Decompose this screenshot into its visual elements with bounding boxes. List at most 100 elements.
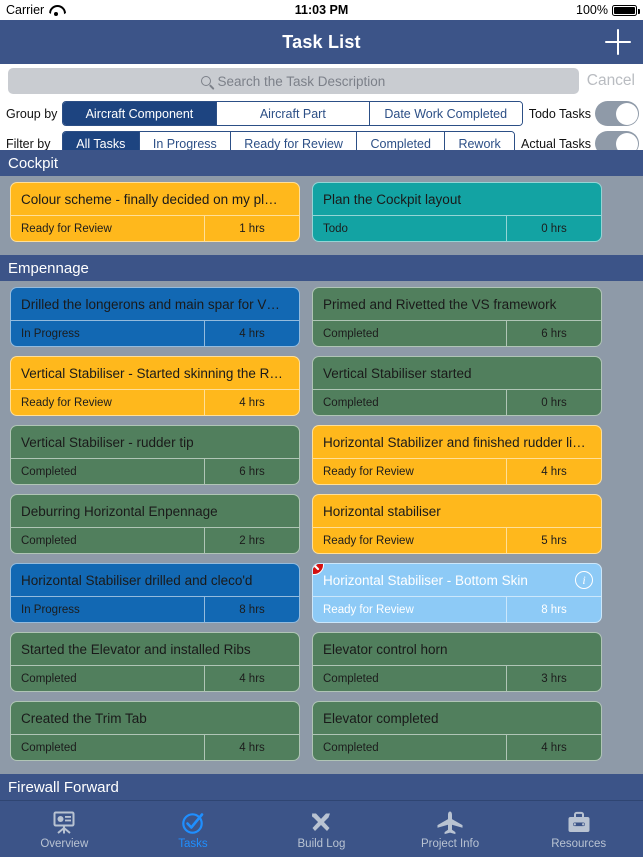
task-title: Drilled the longerons and main spar for … [21,296,280,312]
task-card[interactable]: Primed and Rivetted the VS framework Comp… [312,287,602,347]
status-bar: Carrier 11:03 PM 100% [0,0,643,20]
status-badge: Ready for Review [21,396,112,409]
group-by-option-date-work-completed[interactable]: Date Work Completed [368,102,522,125]
airplane-icon [436,809,464,836]
task-card[interactable]: Created the Trim Tab Completed 4 hrs [10,701,300,761]
tab-overview[interactable]: Overview [0,801,129,857]
tab-label: Resources [551,837,607,850]
section-cards: Drilled the longerons and main spar for … [0,281,643,774]
task-card[interactable]: Horizontal Stabilizer and finished rudde… [312,425,602,485]
task-hours: 8 hrs [204,597,299,622]
task-card[interactable]: Vertical Stabiliser started Completed 0 hr… [312,356,602,416]
task-hours: 8 hrs [506,597,601,622]
task-title: Elevator completed [323,710,439,726]
group-by-option-aircraft-part[interactable]: Aircraft Part [215,102,369,125]
task-card-footer: Completed 6 hrs [11,458,299,484]
task-card[interactable]: Plan the Cockpit layout Todo 0 hrs [312,182,602,242]
task-hours: 5 hrs [506,528,601,553]
task-card-footer: Ready for Review 5 hrs [313,527,601,553]
status-bar-right: 100% [576,3,640,17]
task-card-footer: Ready for Review 4 hrs [313,458,601,484]
task-title: Horizontal stabiliser [323,503,441,519]
task-title: Horizontal Stabilizer and finished rudde… [323,434,586,450]
task-card[interactable]: Drilled the longerons and main spar for … [10,287,300,347]
task-card[interactable]: Horizontal stabiliser Ready for Review 5 h… [312,494,602,554]
briefcase-icon [566,809,592,836]
status-badge: Completed [21,672,77,685]
search-input[interactable]: Search the Task Description [8,68,579,94]
task-hours: 4 hrs [204,735,299,760]
task-hours: 6 hrs [204,459,299,484]
group-by-option-aircraft-component[interactable]: Aircraft Component [63,102,216,125]
section-header: Empennage [0,255,643,281]
task-card-footer: In Progress 4 hrs [11,320,299,346]
tab-tasks[interactable]: Tasks [129,801,258,857]
status-badge: Todo [323,222,348,235]
task-card-footer: In Progress 8 hrs [11,596,299,622]
task-card[interactable]: Colour scheme - finally decided on my pl… [10,182,300,242]
task-title: Primed and Rivetted the VS framework [323,296,557,312]
filter-by-label: Filter by [6,136,51,151]
task-card-footer: Completed 3 hrs [313,665,601,691]
status-badge: Completed [21,741,77,754]
task-card[interactable]: Horizontal Stabiliser drilled and cleco'… [10,563,300,623]
task-hours: 0 hrs [506,390,601,415]
task-title: Elevator control horn [323,641,448,657]
task-title: Vertical Stabiliser - rudder tip [21,434,194,450]
presentation-chart-icon [51,809,77,836]
task-card[interactable]: Vertical Stabiliser - Started skinning t… [10,356,300,416]
section-cards: Colour scheme - finally decided on my pl… [0,176,643,255]
status-badge: Completed [323,327,379,340]
task-title: Plan the Cockpit layout [323,191,462,207]
task-title: Started the Elevator and installed Ribs [21,641,251,657]
status-badge: Ready for Review [323,465,414,478]
status-badge: Completed [323,672,379,685]
task-title: Created the Trim Tab [21,710,147,726]
task-card[interactable]: Horizontal Stabiliser - Bottom Skin i Read… [312,563,602,623]
plus-icon[interactable] [605,29,631,55]
group-by-segmented-control[interactable]: Aircraft Component Aircraft Part Date Wo… [62,101,523,126]
tab-label: Project Info [420,837,480,850]
section-header: Firewall Forward [0,774,643,800]
tab-project-info[interactable]: Project Info [386,801,515,857]
task-card-footer: Completed 0 hrs [313,389,601,415]
task-hours: 1 hrs [204,216,299,241]
status-badge: Completed [21,534,77,547]
tab-label: Build Log [297,837,346,850]
actual-tasks-label: Actual Tasks [521,136,591,151]
task-board[interactable]: Cockpit Colour scheme - finally decided o… [0,150,643,800]
todo-tasks-label: Todo Tasks [528,106,591,121]
todo-tasks-toggle-row: Todo Tasks [523,101,643,126]
info-icon[interactable]: i [575,571,593,589]
task-hours: 4 hrs [204,390,299,415]
check-circle-icon [180,809,206,836]
task-title: Horizontal Stabiliser drilled and cleco'… [21,572,253,588]
search-placeholder: Search the Task Description [217,73,386,89]
task-card-footer: Completed 2 hrs [11,527,299,553]
tab-resources[interactable]: Resources [514,801,643,857]
task-title: Vertical Stabiliser started [323,365,472,381]
tab-label: Overview [40,837,89,850]
tab-build-log[interactable]: Build Log [257,801,386,857]
task-title: Horizontal Stabiliser - Bottom Skin [323,572,528,588]
task-hours: 2 hrs [204,528,299,553]
task-card[interactable]: Elevator completed Completed 4 hrs [312,701,602,761]
todo-tasks-switch[interactable] [595,101,639,126]
task-card[interactable]: Vertical Stabiliser - rudder tip Complete… [10,425,300,485]
cancel-button[interactable]: Cancel [585,72,637,90]
battery-full-icon [612,4,640,16]
task-card-footer: Ready for Review 4 hrs [11,389,299,415]
section-header: Cockpit [0,150,643,176]
status-badge: Ready for Review [323,603,414,616]
page-title: Task List [282,31,361,52]
task-card[interactable]: Started the Elevator and installed Ribs C… [10,632,300,692]
search-bar: Search the Task Description Cancel [0,64,643,98]
tools-icon [308,809,334,836]
group-by-label: Group by [6,106,58,121]
task-hours: 0 hrs [506,216,601,241]
task-hours: 6 hrs [506,321,601,346]
task-list-screen: Carrier 11:03 PM 100% Task List Search t… [0,0,643,857]
task-card[interactable]: Deburring Horizontal Enpennage Completed 2… [10,494,300,554]
tab-bar: Overview Tasks Build Log Project Info Resour… [0,800,643,857]
task-card[interactable]: Elevator control horn Completed 3 hrs [312,632,602,692]
